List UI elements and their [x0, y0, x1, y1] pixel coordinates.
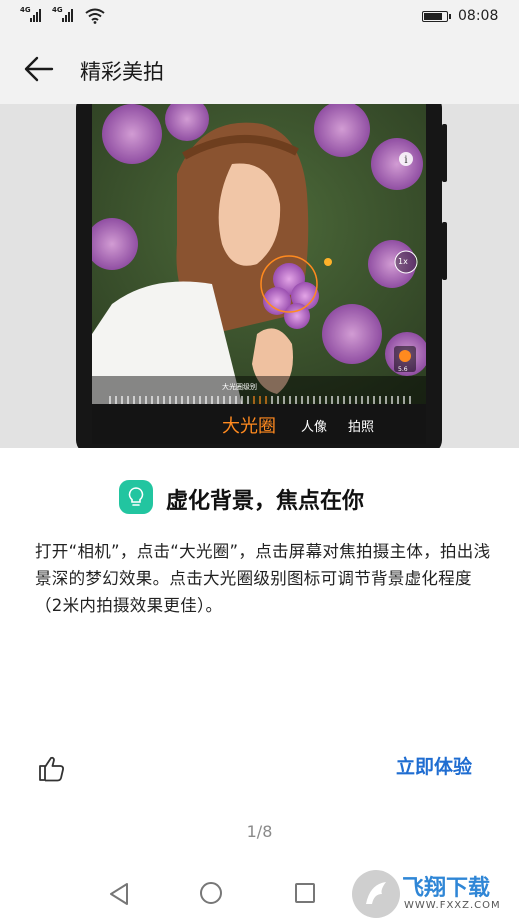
aperture-value: 5.6	[398, 366, 408, 373]
app-bar: 精彩美拍	[0, 34, 519, 104]
mode-aperture: 大光圈	[222, 416, 276, 437]
signal-icon-sim2: 4G	[52, 6, 73, 22]
zoom-label: 1x	[398, 257, 408, 266]
camera-screen: i 1x 5.6 大光圈级别 大光圈 人像 拍照	[92, 104, 426, 444]
clock: 08:08	[458, 8, 499, 24]
mode-photo: 拍照	[348, 420, 375, 435]
page-title: 精彩美拍	[80, 60, 164, 84]
sample-photo: i	[92, 104, 426, 404]
watermark-logo	[352, 870, 400, 918]
feature-header: 虚化背景，焦点在你	[0, 480, 519, 516]
lightbulb-icon	[119, 480, 153, 514]
watermark-url: WWW.FXXZ.COM	[404, 900, 501, 911]
mode-portrait: 人像	[301, 420, 328, 435]
arrow-left-icon[interactable]	[22, 54, 56, 84]
circle-home-icon[interactable]	[200, 882, 222, 904]
camera-mode-bar: 大光圈 人像 拍照	[92, 404, 426, 444]
triangle-back-icon[interactable]	[108, 882, 130, 906]
battery-icon	[422, 11, 451, 22]
feature-description: 打开“相机”，点击“大光圈”，点击屏幕对焦拍摄主体，拍出浅景深的梦幻效果。点击大…	[35, 542, 491, 615]
signal-icon-sim1: 4G	[20, 6, 41, 22]
page-indicator: 1/8	[246, 822, 273, 841]
status-bar: 4G 4G 08:08	[0, 0, 519, 34]
feature-preview: i 1x 5.6 大光圈级别 大光圈 人像 拍照	[0, 104, 519, 448]
phone-mockup: i 1x 5.6 大光圈级别 大光圈 人像 拍照	[76, 104, 447, 448]
square-recent-icon[interactable]	[295, 883, 315, 903]
svg-text:i: i	[404, 155, 407, 166]
feature-headline: 虚化背景，焦点在你	[166, 489, 365, 514]
thumbs-up-icon[interactable]	[36, 752, 68, 784]
try-now-button[interactable]: 立即体验	[396, 752, 472, 779]
wifi-icon	[85, 8, 105, 24]
navigation-bar: 飞翔下载 WWW.FXXZ.COM	[0, 864, 519, 922]
aperture-level-label: 大光圈级别	[222, 383, 257, 391]
watermark-text: 飞翔下载	[402, 876, 491, 901]
